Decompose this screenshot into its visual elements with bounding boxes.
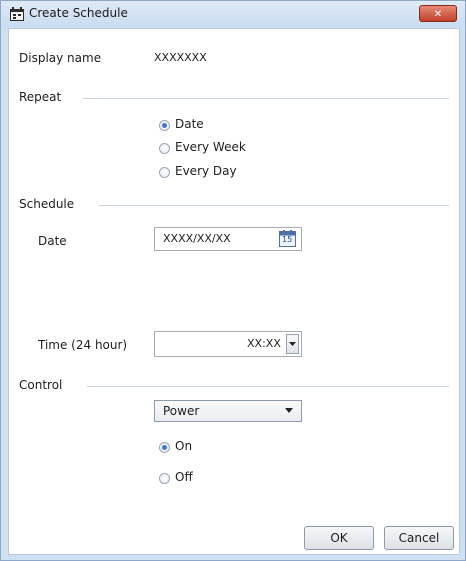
close-icon: ✕ [433,9,443,20]
radio-selected-icon [159,442,170,453]
control-off-label[interactable]: Off [175,470,193,484]
control-select[interactable]: Power [154,400,302,422]
control-on-label[interactable]: On [175,439,192,453]
control-select-value: Power [163,404,200,418]
ok-button[interactable]: OK [304,526,374,550]
control-section-label: Control [19,378,63,392]
repeat-section-label: Repeat [19,90,62,104]
repeat-every-day-label[interactable]: Every Day [175,164,237,178]
repeat-every-week-radio[interactable] [159,143,171,155]
chevron-down-icon [285,408,293,413]
control-on-radio[interactable] [159,442,171,454]
time-value: XX:XX [247,337,281,350]
date-field[interactable]: XXXX/XX/XX 15 [154,227,302,251]
repeat-every-week-label[interactable]: Every Week [175,140,246,154]
calendar-icon[interactable]: 15 [279,230,296,247]
window-title: Create Schedule [29,6,128,20]
radio-unselected-icon [159,473,170,484]
schedule-separator [99,205,449,206]
control-separator [87,386,449,387]
radio-unselected-icon [159,167,170,178]
time-field[interactable]: XX:XX [154,331,302,357]
date-value: XXXX/XX/XX [163,232,231,245]
title-bar[interactable]: Create Schedule ✕ [1,1,465,27]
repeat-separator [83,98,449,99]
repeat-date-radio[interactable] [159,120,171,132]
display-name-value: XXXXXXX [154,51,207,64]
close-button[interactable]: ✕ [419,5,457,22]
repeat-every-day-radio[interactable] [159,167,171,179]
radio-unselected-icon [159,143,170,154]
display-name-label: Display name [19,51,102,65]
repeat-date-label[interactable]: Date [175,117,204,131]
date-label: Date [38,234,67,248]
time-label: Time (24 hour) [38,338,128,352]
schedule-section-label: Schedule [19,197,75,211]
cancel-button[interactable]: Cancel [384,526,454,550]
chevron-down-icon [289,342,296,346]
calendar-day: 15 [282,235,293,244]
control-off-radio[interactable] [159,473,171,485]
time-dropdown-button[interactable] [286,334,299,354]
dialog-client-area: Display name XXXXXXX Repeat Date Every W… [8,28,460,555]
radio-selected-icon [159,120,170,131]
create-schedule-window: Create Schedule ✕ Display name XXXXXXX R… [0,0,466,561]
schedule-app-icon [10,7,24,21]
